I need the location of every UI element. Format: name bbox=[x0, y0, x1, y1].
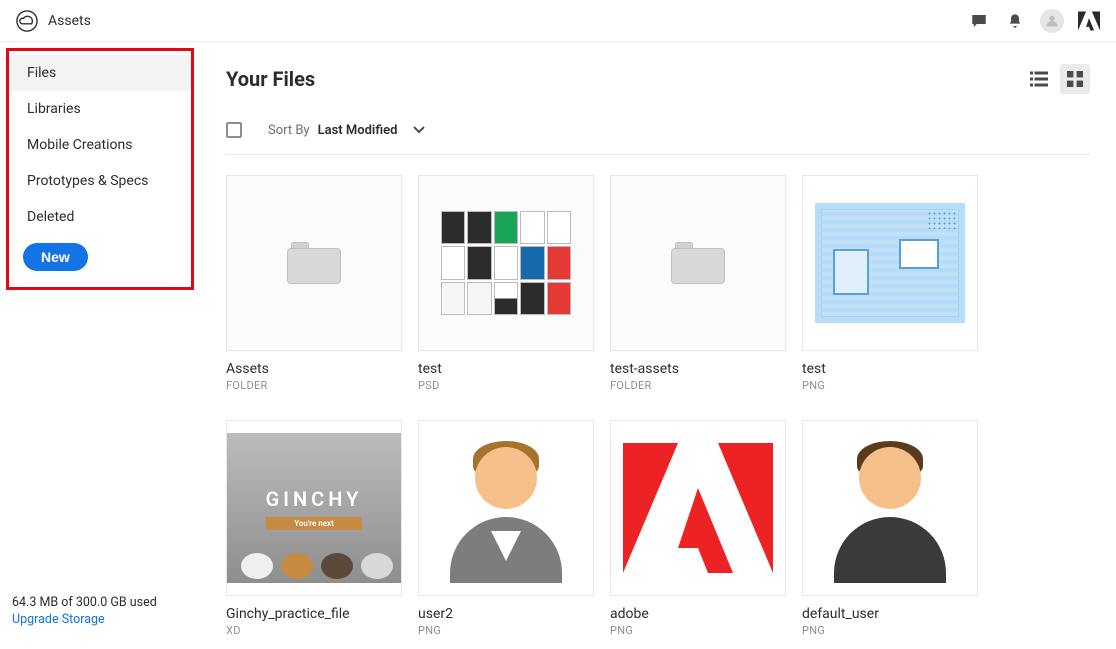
file-type: PSD bbox=[418, 379, 594, 392]
chat-icon[interactable] bbox=[968, 10, 990, 32]
file-card-ginchy-xd[interactable]: GINCHY You're next Ginchy_practice_file X… bbox=[226, 420, 402, 637]
overlay-subtitle: You're next bbox=[266, 517, 363, 530]
sidebar-highlight-box: Files Libraries Mobile Creations Prototy… bbox=[6, 48, 194, 290]
xd-thumbnail: GINCHY You're next bbox=[227, 433, 401, 583]
new-button[interactable]: New bbox=[23, 243, 88, 271]
notifications-icon[interactable] bbox=[1004, 10, 1026, 32]
file-type: FOLDER bbox=[226, 379, 402, 392]
sort-by-value: Last Modified bbox=[318, 123, 398, 138]
adobe-logo-thumbnail bbox=[623, 443, 773, 573]
file-name: test-assets bbox=[610, 361, 786, 377]
file-type: XD bbox=[226, 624, 402, 637]
sidebar-item-mobile-creations[interactable]: Mobile Creations bbox=[9, 127, 191, 163]
file-name: Ginchy_practice_file bbox=[226, 606, 402, 622]
file-card-adobe-png[interactable]: adobe PNG bbox=[610, 420, 786, 637]
file-type: PNG bbox=[610, 624, 786, 637]
sidebar-item-deleted[interactable]: Deleted bbox=[9, 199, 191, 235]
grid-view-button[interactable] bbox=[1060, 64, 1090, 94]
file-name: test bbox=[802, 361, 978, 377]
app-title: Assets bbox=[48, 13, 91, 29]
psd-thumbnail bbox=[441, 211, 571, 315]
file-card-default-user-png[interactable]: default_user PNG bbox=[802, 420, 978, 637]
file-type: FOLDER bbox=[610, 379, 786, 392]
file-name: test bbox=[418, 361, 594, 377]
storage-usage-text: 64.3 MB of 300.0 GB used bbox=[12, 595, 188, 610]
user-avatar-icon[interactable] bbox=[1040, 9, 1064, 33]
adobe-logo-icon[interactable] bbox=[1078, 10, 1100, 32]
file-card-test-psd[interactable]: test PSD bbox=[418, 175, 594, 392]
page-title: Your Files bbox=[226, 67, 315, 91]
sidebar-item-files[interactable]: Files bbox=[9, 55, 191, 91]
file-name: default_user bbox=[802, 606, 978, 622]
sort-by-dropdown[interactable]: Last Modified bbox=[318, 123, 426, 138]
file-card-test-png[interactable]: test PNG bbox=[802, 175, 978, 392]
user-avatar-thumbnail bbox=[446, 433, 566, 583]
folder-icon bbox=[671, 242, 725, 284]
sort-by-label: Sort By bbox=[268, 123, 310, 138]
top-bar: Assets bbox=[0, 0, 1116, 42]
file-type: PNG bbox=[418, 624, 594, 637]
upgrade-storage-link[interactable]: Upgrade Storage bbox=[12, 612, 188, 627]
list-view-button[interactable] bbox=[1024, 64, 1054, 94]
file-card-user2-png[interactable]: user2 PNG bbox=[418, 420, 594, 637]
file-type: PNG bbox=[802, 624, 978, 637]
illustration-thumbnail bbox=[815, 203, 965, 323]
select-all-checkbox[interactable] bbox=[226, 122, 242, 138]
user-avatar-thumbnail bbox=[830, 433, 950, 583]
overlay-title: GINCHY bbox=[266, 487, 363, 511]
file-card-test-assets-folder[interactable]: test-assets FOLDER bbox=[610, 175, 786, 392]
folder-icon bbox=[287, 242, 341, 284]
file-type: PNG bbox=[802, 379, 978, 392]
sidebar-item-libraries[interactable]: Libraries bbox=[9, 91, 191, 127]
file-card-assets-folder[interactable]: Assets FOLDER bbox=[226, 175, 402, 392]
sidebar-item-prototypes-specs[interactable]: Prototypes & Specs bbox=[9, 163, 191, 199]
file-name: user2 bbox=[418, 606, 594, 622]
creative-cloud-icon bbox=[16, 10, 38, 32]
file-name: adobe bbox=[610, 606, 786, 622]
main-content: Your Files Sort By Last Modified Assets … bbox=[200, 42, 1116, 649]
sidebar: Files Libraries Mobile Creations Prototy… bbox=[0, 42, 200, 649]
chevron-down-icon bbox=[413, 126, 425, 134]
file-name: Assets bbox=[226, 361, 402, 377]
file-grid: Assets FOLDER test PSD test-assets FOLDE… bbox=[226, 175, 1090, 637]
